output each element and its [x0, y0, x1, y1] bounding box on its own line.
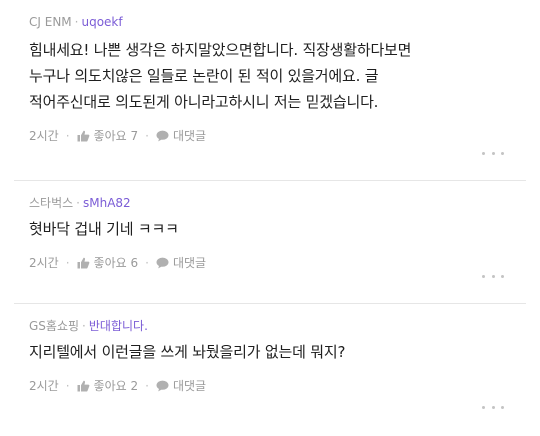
comment-time: 2시간 [29, 129, 59, 143]
comment-meta: 스타벅스 · sMhA82 [29, 194, 500, 212]
reply-button[interactable]: 대댓글 [156, 377, 206, 395]
comment-time: 2시간 [29, 256, 59, 270]
comment-time: 2시간 [29, 379, 59, 393]
like-button[interactable]: 좋아요 2 [77, 377, 139, 395]
meta-separator: · [76, 196, 80, 210]
action-separator: · [145, 256, 149, 270]
comment-meta: CJ ENM · uqoekf [29, 13, 500, 31]
like-label: 좋아요 2 [93, 379, 139, 393]
action-separator: · [145, 129, 149, 143]
action-separator: · [65, 256, 70, 270]
thumbs-up-icon [77, 380, 90, 392]
like-button[interactable]: 좋아요 6 [77, 254, 139, 272]
reply-label: 대댓글 [172, 129, 207, 143]
action-separator: · [65, 129, 70, 143]
reply-label: 대댓글 [172, 256, 207, 270]
speech-bubble-icon [156, 380, 169, 392]
comment-username[interactable]: sMhA82 [83, 196, 131, 210]
comment-username[interactable]: uqoekf [81, 15, 122, 29]
speech-bubble-icon [156, 257, 169, 269]
reply-button[interactable]: 대댓글 [156, 254, 206, 272]
like-button[interactable]: 좋아요 7 [77, 127, 139, 145]
like-label: 좋아요 7 [93, 129, 139, 143]
comment-actions: 2시간 · 좋아요 2 · 대댓글 [29, 377, 500, 395]
comment-item: GS홈쇼핑 · 반대합니다. 지리텔에서 이런글을 쓰게 놔뒀을리가 없는데 뭐지?… [0, 304, 540, 436]
comment-author[interactable]: GS홈쇼핑 [29, 319, 79, 333]
comment-body: 힘내세요! 나쁜 생각은 하지말았으면합니다. 직장생활하다보면 누구나 의도치… [29, 41, 412, 111]
more-dots-icon[interactable] [482, 149, 504, 157]
reply-button[interactable]: 대댓글 [156, 127, 206, 145]
action-separator: · [145, 379, 149, 393]
meta-separator: · [82, 319, 86, 333]
thumbs-up-icon [77, 257, 90, 269]
comment-meta: GS홈쇼핑 · 반대합니다. [29, 317, 500, 335]
more-dots-icon[interactable] [482, 403, 504, 411]
comment-author[interactable]: 스타벅스 [29, 196, 73, 210]
more-dots-icon[interactable] [482, 272, 504, 280]
comment-body: 혓바닥 겁내 기네 ㅋㅋㅋ [29, 220, 179, 238]
thumbs-up-icon [77, 130, 90, 142]
comment-actions: 2시간 · 좋아요 6 · 대댓글 [29, 254, 500, 272]
speech-bubble-icon [156, 130, 169, 142]
reply-label: 대댓글 [172, 379, 207, 393]
comment-actions: 2시간 · 좋아요 7 · 대댓글 [29, 127, 500, 145]
like-label: 좋아요 6 [93, 256, 139, 270]
comment-item: CJ ENM · uqoekf 힘내세요! 나쁜 생각은 하지말았으면합니다. 직장… [0, 0, 540, 181]
comment-body: 지리텔에서 이런글을 쓰게 놔뒀을리가 없는데 뭐지? [29, 343, 346, 361]
action-separator: · [65, 379, 70, 393]
comment-username[interactable]: 반대합니다. [89, 319, 148, 333]
comment-author[interactable]: CJ ENM [29, 15, 72, 29]
meta-separator: · [74, 15, 79, 29]
comment-item: 스타벅스 · sMhA82 혓바닥 겁내 기네 ㅋㅋㅋ 2시간 · 좋아요 6 · … [0, 181, 540, 304]
